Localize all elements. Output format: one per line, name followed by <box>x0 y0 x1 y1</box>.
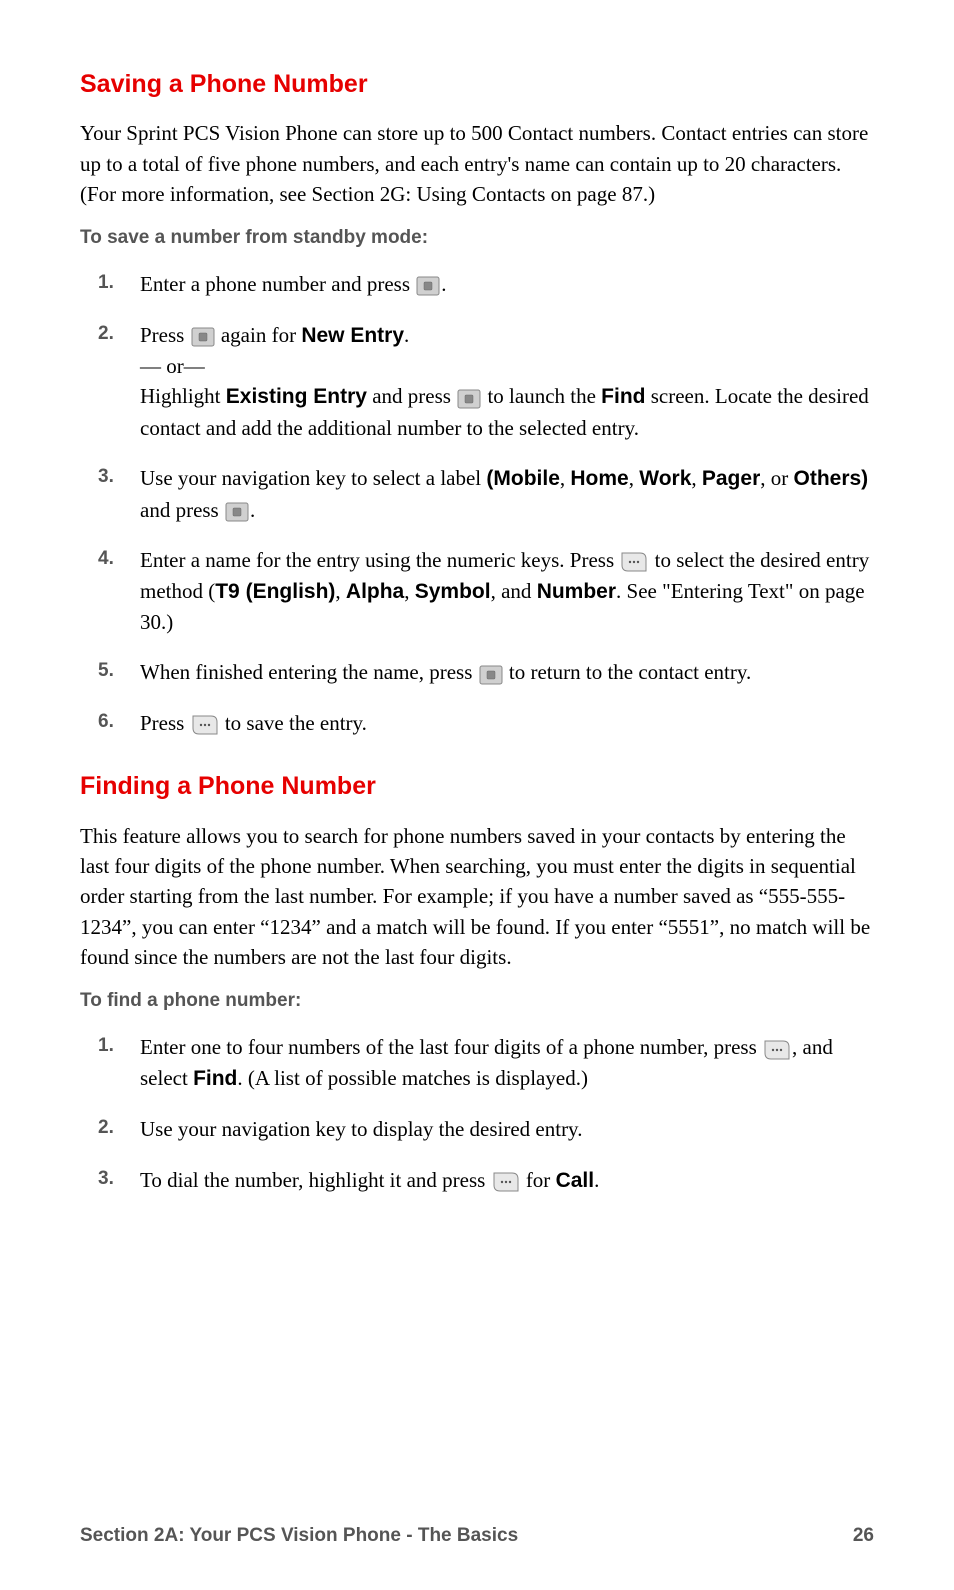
step-text: to launch the <box>482 384 601 408</box>
bold-label: T9 (English) <box>215 580 335 603</box>
step-text: , <box>691 466 702 490</box>
bold-label: Call <box>556 1169 595 1192</box>
find-steps-list: 1. Enter one to four numbers of the last… <box>80 1032 874 1196</box>
intro-paragraph-saving: Your Sprint PCS Vision Phone can store u… <box>80 118 874 209</box>
save-steps-list: 1. Enter a phone number and press . 2. P… <box>80 269 874 738</box>
step-4: 4. Enter a name for the entry using the … <box>80 545 874 637</box>
step-text: Use your navigation key to display the d… <box>140 1117 582 1141</box>
step-text: Enter a name for the entry using the num… <box>140 548 619 572</box>
step-text: . <box>594 1168 599 1192</box>
step-text: for <box>521 1168 556 1192</box>
step-text: . <box>250 498 255 522</box>
soft-key-icon <box>763 1039 791 1061</box>
step-text: to return to the contact entry. <box>504 660 752 684</box>
step-5: 5. When finished entering the name, pres… <box>80 657 874 687</box>
step-text: Enter one to four numbers of the last fo… <box>140 1035 762 1059</box>
find-step-2: 2. Use your navigation key to display th… <box>80 1114 874 1144</box>
heading-saving-phone-number: Saving a Phone Number <box>80 66 874 102</box>
bold-label: Find <box>193 1067 237 1090</box>
bold-label: Existing Entry <box>226 385 367 408</box>
step-text: . <box>441 272 446 296</box>
bold-label: Symbol <box>415 580 491 603</box>
find-step-3: 3. To dial the number, highlight it and … <box>80 1165 874 1196</box>
subheading-find-number: To find a phone number: <box>80 987 874 1015</box>
step-text: , <box>404 579 415 603</box>
bold-label: Alpha <box>346 580 404 603</box>
step-text: Use your navigation key to select a labe… <box>140 466 486 490</box>
step-text: again for <box>216 323 302 347</box>
step-text: , or <box>760 466 793 490</box>
bold-label: Others) <box>794 467 869 490</box>
step-3: 3. Use your navigation key to select a l… <box>80 463 874 525</box>
step-number: 4. <box>98 545 114 573</box>
step-text: Press <box>140 711 190 735</box>
heading-finding-phone-number: Finding a Phone Number <box>80 768 874 804</box>
step-number: 3. <box>98 463 114 491</box>
footer-section-label: Section 2A: Your PCS Vision Phone - The … <box>80 1525 518 1546</box>
step-number: 1. <box>98 269 114 297</box>
nav-key-icon <box>479 665 503 685</box>
bold-label: New Entry <box>301 324 404 347</box>
step-text: Highlight <box>140 384 226 408</box>
page-number: 26 <box>853 1522 874 1550</box>
step-text: and press <box>140 498 224 522</box>
soft-key-icon <box>620 551 648 573</box>
nav-key-icon <box>457 389 481 409</box>
step-text: , and <box>491 579 537 603</box>
step-text: . <box>404 323 409 347</box>
step-number: 2. <box>98 1114 114 1142</box>
step-2: 2. Press again for New Entry. — or— High… <box>80 320 874 444</box>
step-text: , <box>629 466 640 490</box>
subheading-save-standby: To save a number from standby mode: <box>80 224 874 252</box>
nav-key-icon <box>416 276 440 296</box>
step-number: 2. <box>98 320 114 348</box>
step-text: — or— <box>140 354 205 378</box>
step-text: to save the entry. <box>220 711 367 735</box>
bold-label: Number <box>537 580 616 603</box>
step-text: Enter a phone number and press <box>140 272 415 296</box>
intro-paragraph-finding: This feature allows you to search for ph… <box>80 821 874 973</box>
step-text: Press <box>140 323 190 347</box>
soft-key-icon <box>191 714 219 736</box>
step-6: 6. Press to save the entry. <box>80 708 874 738</box>
find-step-1: 1. Enter one to four numbers of the last… <box>80 1032 874 1094</box>
bold-label: Work <box>639 467 691 490</box>
bold-label: Find <box>601 385 645 408</box>
step-number: 3. <box>98 1165 114 1193</box>
step-number: 5. <box>98 657 114 685</box>
nav-key-icon <box>225 502 249 522</box>
bold-label: Home <box>570 467 628 490</box>
page-footer: Section 2A: Your PCS Vision Phone - The … <box>80 1522 874 1550</box>
step-text: . (A list of possible matches is display… <box>237 1066 588 1090</box>
step-text: and press <box>367 384 456 408</box>
nav-key-icon <box>191 327 215 347</box>
step-text: , <box>560 466 571 490</box>
bold-label: (Mobile <box>486 467 560 490</box>
step-number: 1. <box>98 1032 114 1060</box>
soft-key-icon <box>492 1171 520 1193</box>
step-text: To dial the number, highlight it and pre… <box>140 1168 491 1192</box>
step-text: When finished entering the name, press <box>140 660 478 684</box>
step-number: 6. <box>98 708 114 736</box>
step-1: 1. Enter a phone number and press . <box>80 269 874 299</box>
bold-label: Pager <box>702 467 760 490</box>
step-text: , <box>335 579 346 603</box>
